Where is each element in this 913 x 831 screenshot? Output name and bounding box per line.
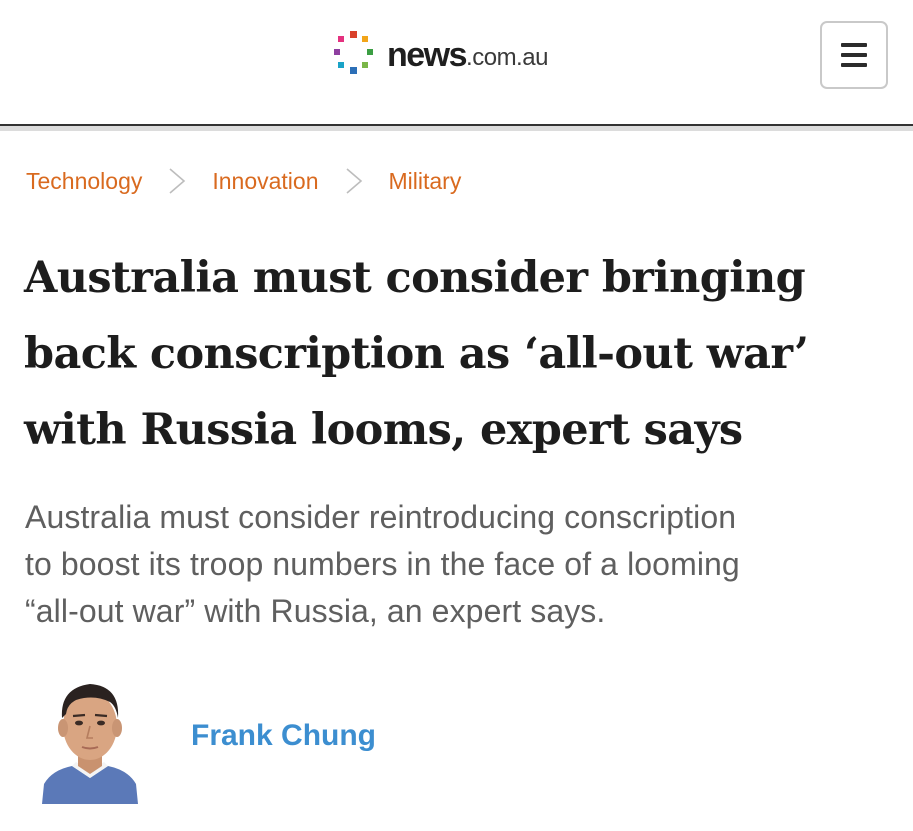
hamburger-icon-bar <box>841 63 867 67</box>
author-avatar[interactable] <box>38 666 142 804</box>
news-dots-logo-icon <box>334 31 373 74</box>
headline-line: back conscription as ‘all-out war’ <box>24 329 809 379</box>
breadcrumb-item-innovation[interactable]: Innovation <box>212 163 318 199</box>
site-header: news .com.au <box>0 0 913 124</box>
hamburger-icon <box>841 43 867 47</box>
standfirst-line: “all-out war” with Russia, an expert say… <box>25 593 606 629</box>
hamburger-icon-bar <box>841 53 867 57</box>
article-standfirst: Australia must consider reintroducing co… <box>25 494 895 635</box>
breadcrumb-item-military[interactable]: Military <box>389 163 462 199</box>
logo-domain: .com.au <box>466 44 548 71</box>
header-divider <box>0 124 913 131</box>
breadcrumb: Technology Innovation Military <box>26 163 461 199</box>
logo-wordmark: news <box>387 36 468 74</box>
standfirst-line: Australia must consider reintroducing co… <box>25 499 737 535</box>
author-name-link[interactable]: Frank Chung <box>191 716 376 756</box>
headline-line: with Russia looms, expert says <box>24 405 743 455</box>
menu-button[interactable] <box>820 21 888 89</box>
chevron-right-icon <box>169 168 186 194</box>
standfirst-line: to boost its troop numbers in the face o… <box>25 546 740 582</box>
chevron-right-icon <box>345 168 362 194</box>
site-logo[interactable]: news .com.au <box>331 29 548 81</box>
headline-line: Australia must consider bringing <box>24 253 806 303</box>
breadcrumb-item-technology[interactable]: Technology <box>26 163 142 199</box>
article-headline: Australia must consider bringing back co… <box>24 240 894 468</box>
